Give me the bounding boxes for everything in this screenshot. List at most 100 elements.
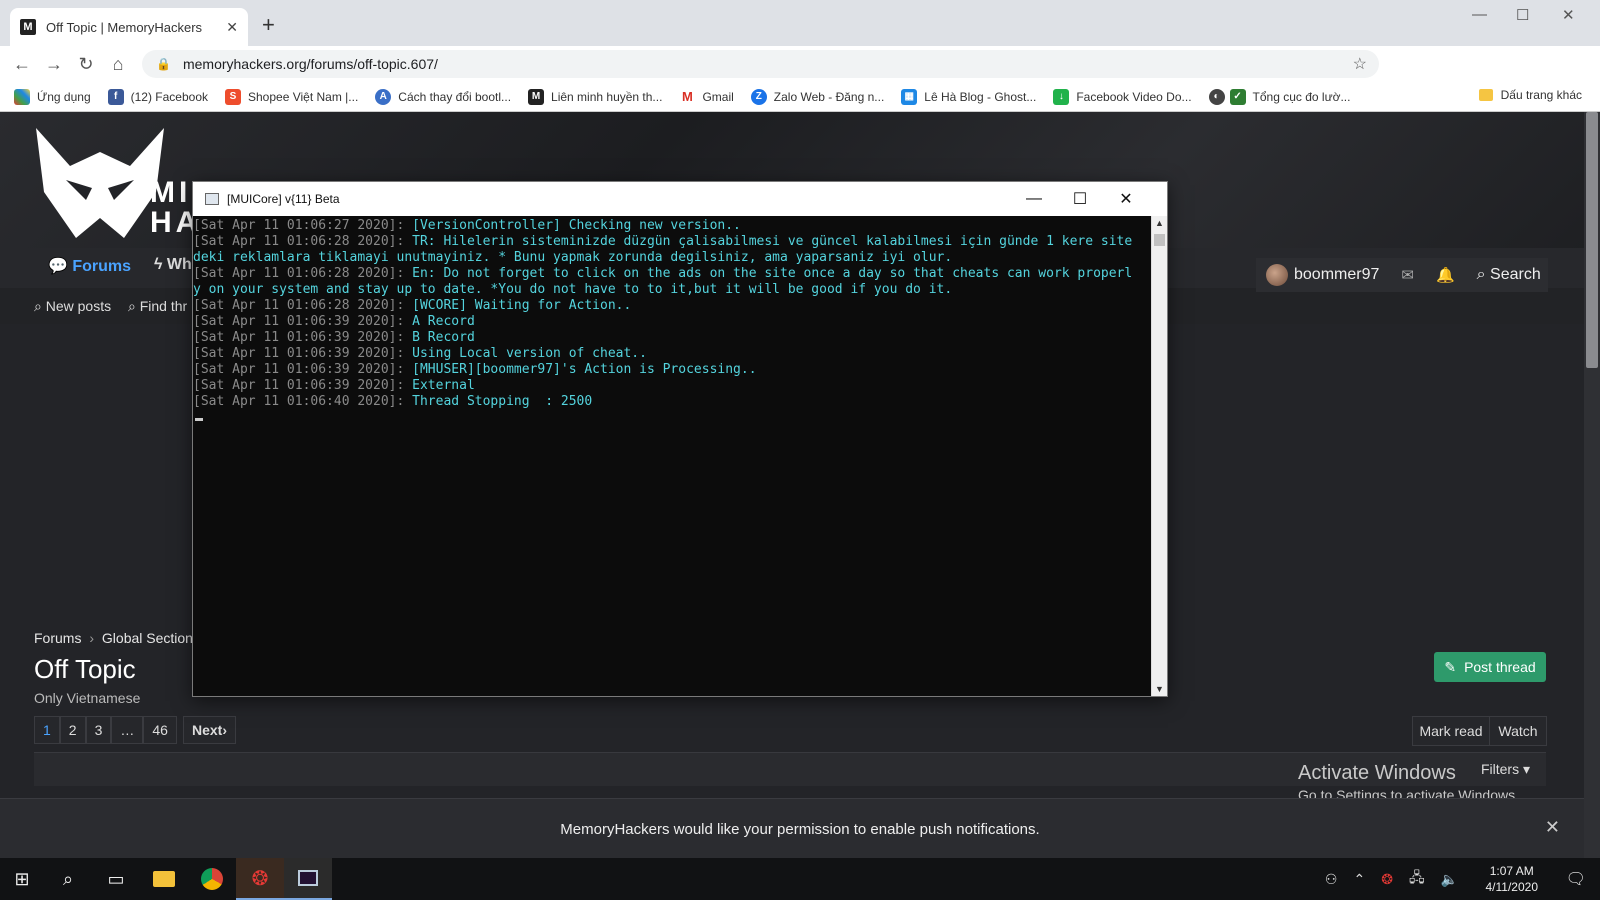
download-icon: ↓ (1053, 88, 1070, 105)
console-titlebar[interactable]: [MUICore] v{11} Beta — ☐ ✕ (193, 182, 1167, 216)
people-icon[interactable]: ⚇ (1325, 871, 1338, 888)
clock-date: 4/11/2020 (1485, 880, 1539, 894)
console-timestamp: [Sat Apr 11 01:06:39 2020]: (193, 362, 413, 377)
nav-tab-whats-new[interactable]: ϟ Wh (154, 256, 192, 274)
console-minimize-button[interactable]: — (1011, 186, 1057, 212)
forward-icon[interactable]: → (38, 54, 70, 75)
scroll-down-icon[interactable]: ▼ (1155, 684, 1164, 694)
console-scrollbar[interactable]: ▲ ▼ (1151, 216, 1167, 696)
console-timestamp: [Sat Apr 11 01:06:39 2020]: (193, 330, 413, 345)
facebook-icon: f (107, 88, 124, 105)
page-description: Only Vietnamese (34, 690, 141, 706)
tab-close-icon[interactable]: ✕ (226, 19, 238, 36)
other-bookmarks[interactable]: Dấu trang khác (1478, 88, 1582, 102)
action-center-icon[interactable]: 🗨 (1566, 869, 1586, 889)
find-threads-label: Find thr (139, 298, 188, 314)
page-link[interactable]: 3 (85, 716, 112, 744)
browser-tab[interactable]: M Off Topic | MemoryHackers ✕ (10, 8, 248, 46)
zalo-icon: Z (750, 88, 767, 105)
url-text[interactable]: memoryhackers.org/forums/off-topic.607/ (183, 56, 438, 72)
chevron-right-icon: › (89, 630, 95, 646)
watch-button[interactable]: Watch (1489, 716, 1547, 746)
close-icon[interactable]: ✕ (1545, 817, 1560, 838)
nav-tab-forums[interactable]: 💬 Forums (48, 256, 131, 276)
page-ellipsis[interactable]: … (111, 716, 144, 744)
page-link[interactable]: 1 (34, 716, 60, 744)
console-timestamp: [Sat Apr 11 01:06:28 2020]: (193, 234, 413, 249)
new-posts-link[interactable]: ⌕ New posts (34, 298, 111, 315)
bookmark-item[interactable]: ◐ ✓ Tổng cục đo lườ... (1208, 88, 1351, 105)
bootloader-icon: A (375, 88, 392, 105)
console-cursor (195, 418, 203, 421)
console-scroll-thumb[interactable] (1154, 234, 1165, 246)
next-page-button[interactable]: Next › (182, 716, 236, 744)
search-icon: ⌕ (34, 298, 46, 314)
scrollbar-thumb[interactable] (1586, 112, 1598, 368)
bookmark-label: Tổng cục đo lườ... (1252, 89, 1351, 104)
console-app-icon (205, 193, 219, 205)
username-link[interactable]: boommer97 (1294, 266, 1379, 284)
volume-icon[interactable]: 🔈 (1441, 871, 1458, 888)
omnibox[interactable]: 🔒 memoryhackers.org/forums/off-topic.607… (142, 50, 1379, 78)
search-icon: ⌕ (1476, 266, 1491, 283)
scroll-up-icon[interactable]: ▲ (1155, 218, 1164, 228)
page-scrollbar[interactable] (1584, 112, 1600, 858)
system-clock[interactable]: 1:07 AM 4/11/2020 (1486, 863, 1539, 895)
shopee-icon: S (225, 88, 241, 105)
chrome-icon[interactable] (188, 858, 236, 900)
new-tab-button[interactable]: + (262, 12, 275, 38)
bookmark-item[interactable]: S Shopee Việt Nam |... (225, 88, 358, 105)
chevron-up-icon[interactable]: ⌃ (1353, 871, 1365, 888)
search-button[interactable]: ⌕ Search (1477, 266, 1541, 284)
page-link[interactable]: 46 (143, 716, 177, 744)
console-timestamp: [Sat Apr 11 01:06:39 2020]: (193, 346, 413, 361)
console-maximize-button[interactable]: ☐ (1057, 186, 1103, 212)
tab-title: Off Topic | MemoryHackers (46, 19, 203, 35)
task-view-icon[interactable]: ▭ (92, 858, 140, 900)
mark-read-button[interactable]: Mark read (1412, 716, 1490, 746)
checkbox-icon: ✓ (1229, 88, 1246, 105)
bookmark-item[interactable]: ▦ Lê Hà Blog - Ghost... (901, 88, 1036, 105)
console-output[interactable]: [Sat Apr 11 01:06:27 2020]: [VersionCont… (193, 216, 1151, 696)
search-icon[interactable]: ⌕ (44, 858, 92, 900)
find-threads-link[interactable]: ⌕ Find thr (128, 298, 187, 315)
clock-time: 1:07 AM (1489, 864, 1534, 878)
console-close-button[interactable]: ✕ (1103, 186, 1149, 212)
bookmark-item[interactable]: A Cách thay đổi bootl... (375, 88, 511, 105)
nav-forums-label: Forums (72, 258, 132, 275)
envelope-icon[interactable]: ✉ (1401, 266, 1414, 284)
close-window-button[interactable]: ✕ (1562, 6, 1575, 24)
address-toolbar: ← → ↻ ⌂ 🔒 memoryhackers.org/forums/off-t… (0, 46, 1600, 118)
bookmark-item[interactable]: M Gmail (679, 88, 734, 105)
push-notification-text: MemoryHackers would like your permission… (560, 821, 1040, 838)
bell-icon[interactable]: 🔔 (1436, 266, 1455, 284)
bookmark-label: Ứng dụng (37, 89, 91, 104)
bookmark-item[interactable]: f (12) Facebook (107, 88, 208, 105)
garena-icon[interactable]: ❂ (236, 858, 284, 900)
garena-tray-icon[interactable]: ❂ (1381, 871, 1393, 888)
page-link[interactable]: 2 (59, 716, 86, 744)
file-explorer-icon[interactable] (140, 858, 188, 900)
network-icon[interactable]: 🖧 (1409, 867, 1425, 891)
reload-icon[interactable]: ↻ (70, 54, 102, 75)
bookmark-item[interactable]: ↓ Facebook Video Do... (1053, 88, 1192, 105)
breadcrumb-global-section[interactable]: Global Section (102, 630, 193, 646)
bookmark-item[interactable]: Ứng dụng (14, 88, 91, 105)
back-icon[interactable]: ← (6, 54, 38, 75)
post-thread-button[interactable]: ✎ Post thread (1434, 652, 1546, 682)
bookmark-item[interactable]: M Liên minh huyền th... (528, 88, 662, 105)
bookmark-item[interactable]: Z Zalo Web - Đăng n... (750, 88, 885, 105)
console-line: [Sat Apr 11 01:06:28 2020]: [WCORE] Wait… (193, 298, 1151, 314)
bookmark-star-icon[interactable]: ☆ (1353, 54, 1367, 74)
console-line: deki reklamlara tiklamayi unutmayiniz. *… (193, 250, 1151, 266)
console-line: [Sat Apr 11 01:06:39 2020]: A Record (193, 314, 1151, 330)
maximize-window-button[interactable]: ☐ (1516, 6, 1529, 24)
breadcrumb-forums[interactable]: Forums (34, 630, 81, 646)
avatar[interactable] (1266, 264, 1288, 286)
bookmark-label: Zalo Web - Đăng n... (773, 89, 885, 104)
minimize-window-button[interactable]: — (1472, 6, 1487, 23)
console-message: En: Do not forget to click on the ads on… (412, 266, 1133, 281)
console-app-taskbar-icon[interactable] (284, 858, 332, 900)
home-icon[interactable]: ⌂ (102, 54, 134, 75)
windows-start-icon[interactable]: ⊞ (0, 858, 44, 900)
